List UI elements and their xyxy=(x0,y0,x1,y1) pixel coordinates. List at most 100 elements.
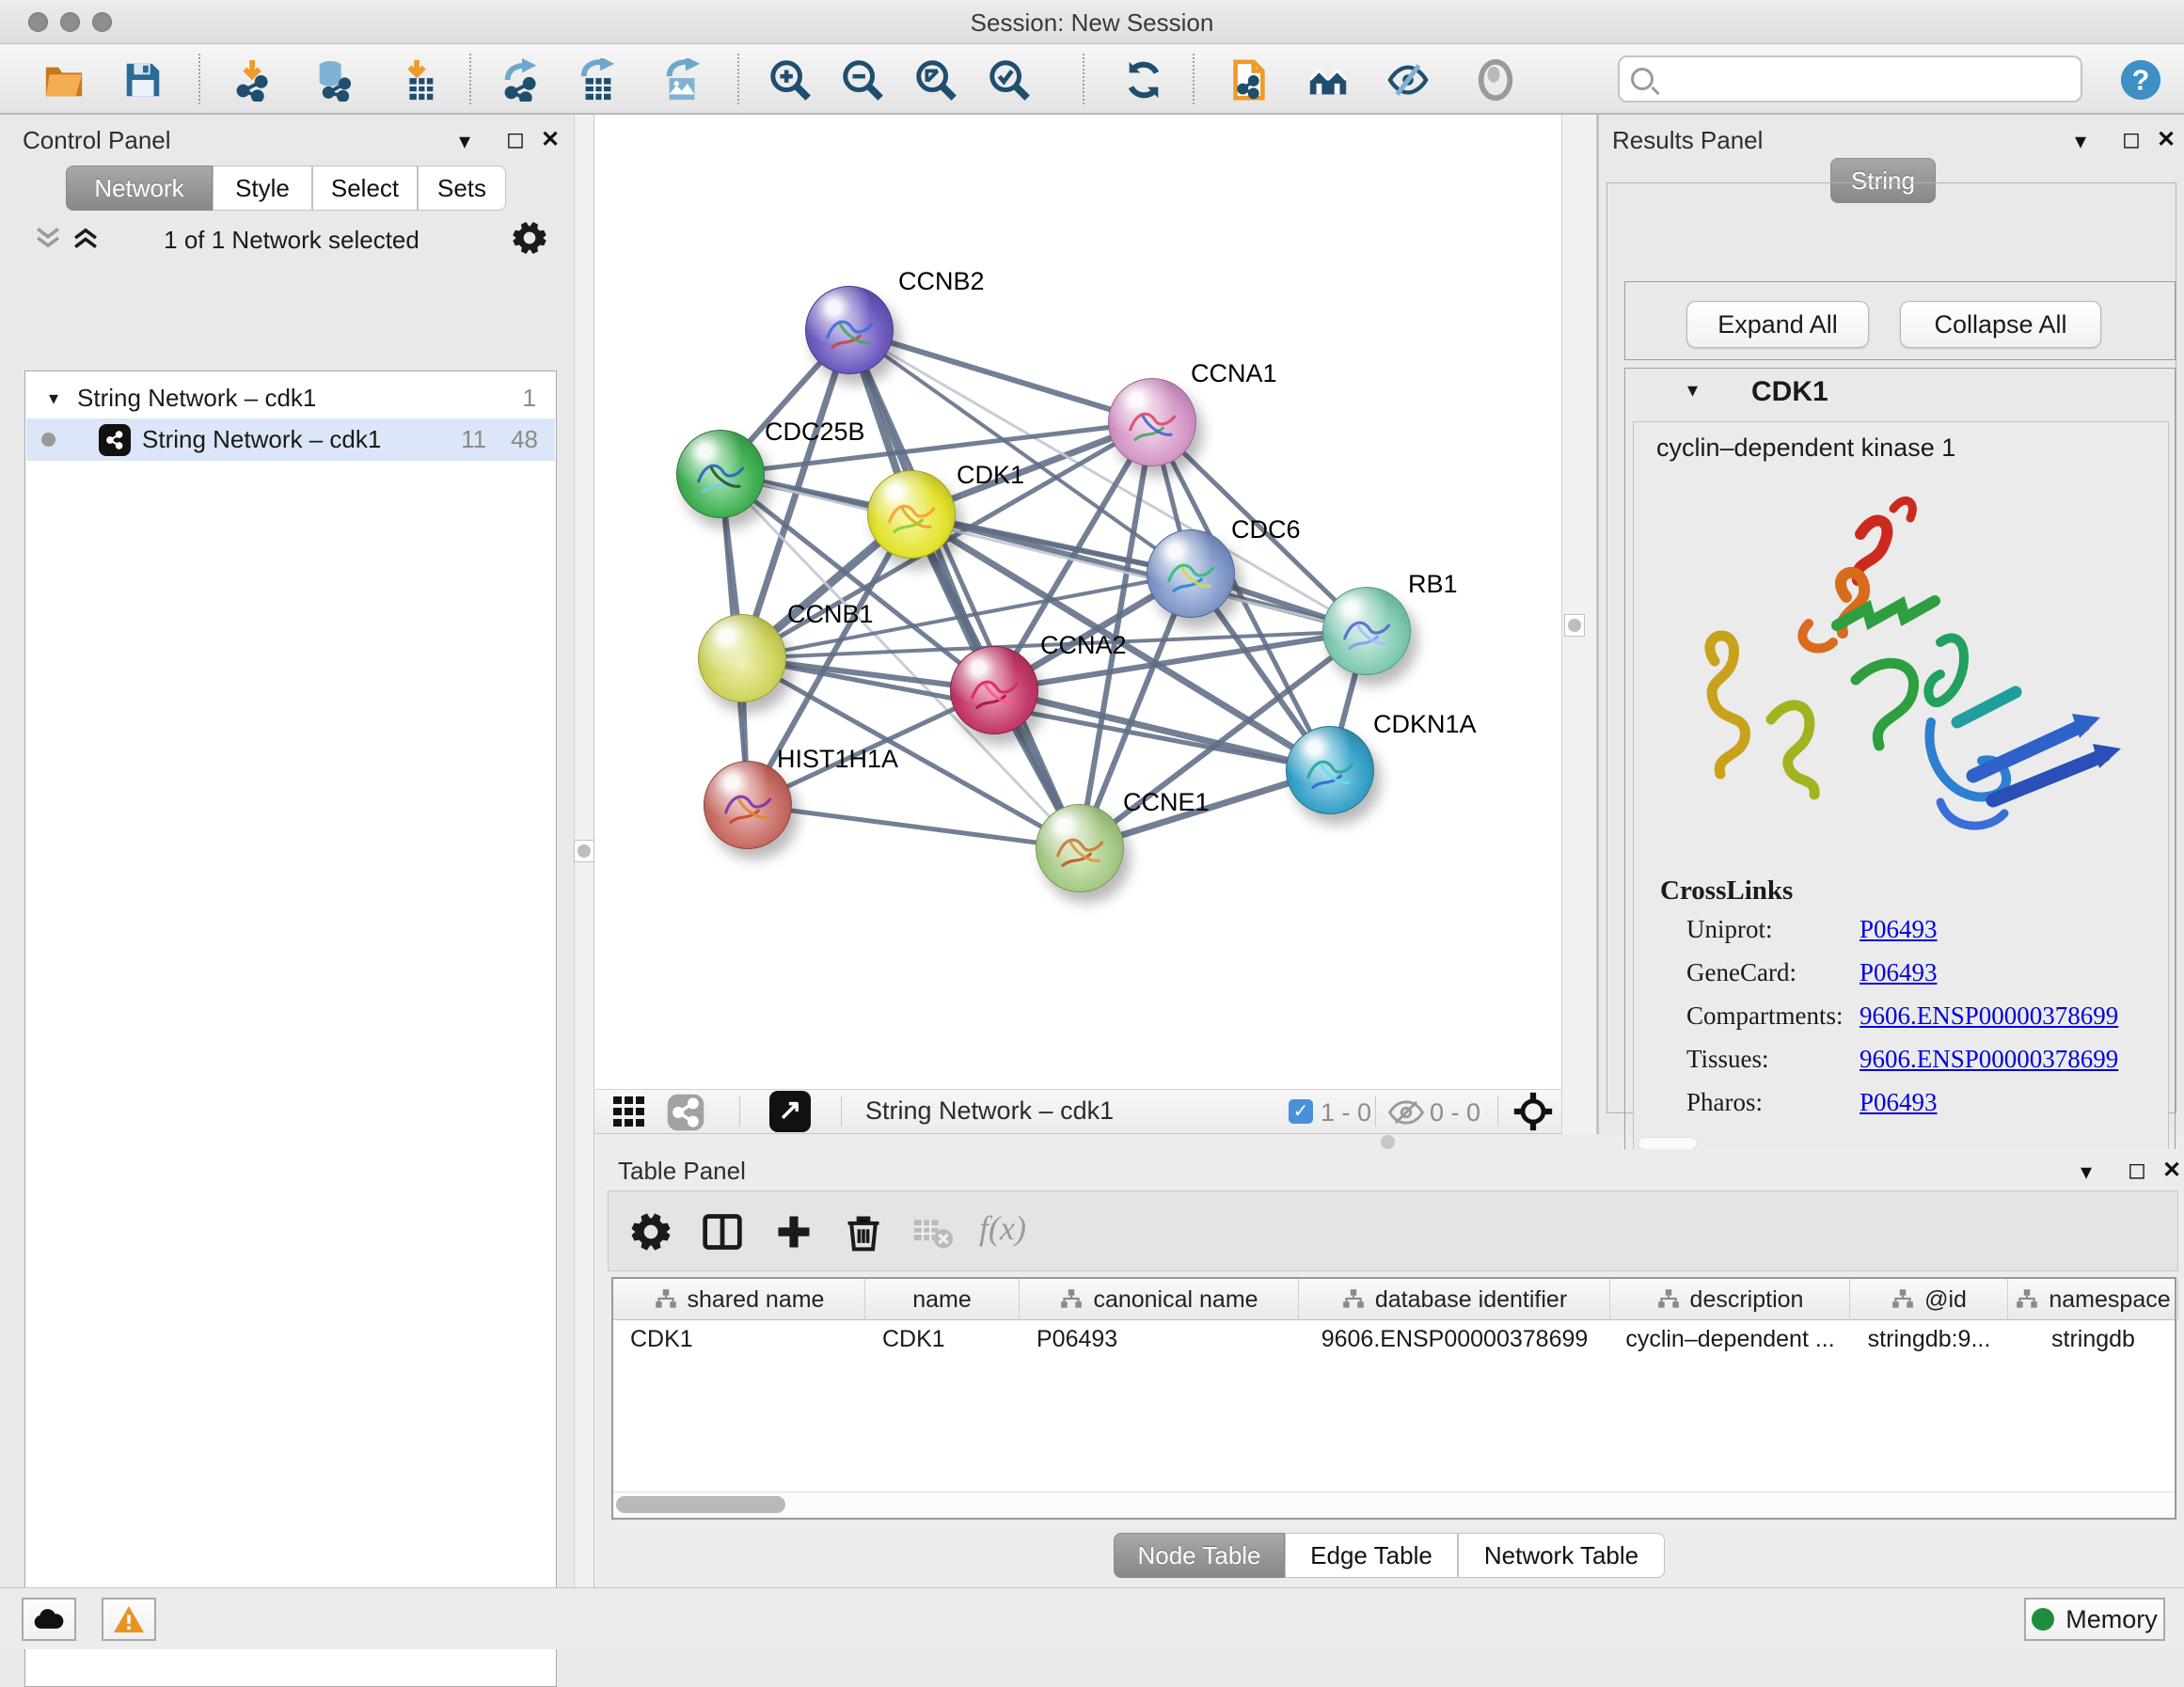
column-header-namespace[interactable]: namespace xyxy=(2008,1279,2178,1320)
collapse-all-button[interactable]: Collapse All xyxy=(1900,301,2101,348)
fit-selection-crosshair-icon[interactable] xyxy=(1512,1091,1554,1132)
table-cell[interactable]: stringdb:9... xyxy=(1850,1320,2008,1358)
tab-network-table[interactable]: Network Table xyxy=(1458,1533,1665,1578)
network-canvas[interactable]: CCNB2CCNA1CDC25BCDK1CDC6RB1CCNB1CCNA2CDK… xyxy=(594,115,1561,1089)
refresh-button[interactable] xyxy=(1117,55,1170,104)
column-header-description[interactable]: description xyxy=(1610,1279,1850,1320)
expand-all-button[interactable]: Expand All xyxy=(1686,301,1869,348)
results-panel-menu-icon[interactable]: ▾ xyxy=(2075,128,2086,155)
selected-checkbox-icon[interactable]: ✓ xyxy=(1289,1099,1313,1124)
table-panel-close-icon[interactable]: ✕ xyxy=(2162,1157,2181,1184)
right-panel-splitter[interactable] xyxy=(1561,115,1597,1134)
protein-structure-thumbnail xyxy=(687,444,756,506)
network-node-ccnb1[interactable] xyxy=(698,614,786,702)
show-columns-button[interactable] xyxy=(699,1208,746,1255)
network-node-ccnb2[interactable] xyxy=(805,286,894,374)
crosslink-link[interactable]: 9606.ENSP00000378699 xyxy=(1860,1001,2118,1031)
crosslink-link[interactable]: P06493 xyxy=(1860,1088,1938,1117)
home-networks-button[interactable] xyxy=(1302,55,1354,104)
scrollbar-thumb[interactable] xyxy=(616,1496,785,1513)
zoom-selected-button[interactable] xyxy=(983,55,1036,104)
tab-node-table[interactable]: Node Table xyxy=(1114,1533,1285,1578)
import-table-button[interactable] xyxy=(392,55,445,104)
table-cell[interactable]: 9606.ENSP00000378699 xyxy=(1299,1320,1610,1358)
table-horizontal-scrollbar[interactable] xyxy=(613,1491,2175,1518)
column-header-@id[interactable]: @id xyxy=(1850,1279,2008,1320)
control-panel-float-icon[interactable]: ◻ xyxy=(506,126,525,153)
results-scrollbar-thumb[interactable] xyxy=(1638,1137,1698,1150)
network-node-cdc25b[interactable] xyxy=(676,430,765,518)
gear-icon[interactable] xyxy=(512,220,547,256)
help-button[interactable]: ? xyxy=(2114,55,2167,104)
network-edge[interactable] xyxy=(748,805,1080,848)
collapse-all-icon[interactable] xyxy=(32,224,64,252)
column-header-name[interactable]: name xyxy=(865,1279,1020,1320)
cloud-status-button[interactable] xyxy=(22,1598,76,1641)
search-input[interactable] xyxy=(1663,66,2071,92)
results-panel-float-icon[interactable]: ◻ xyxy=(2122,126,2141,153)
network-node-ccne1[interactable] xyxy=(1036,804,1124,892)
zoom-in-button[interactable] xyxy=(764,55,816,104)
export-table-button[interactable] xyxy=(572,55,625,104)
add-column-button[interactable] xyxy=(770,1208,817,1255)
right-splitter-handle[interactable] xyxy=(1564,614,1585,637)
network-node-cdk1[interactable] xyxy=(867,470,956,559)
column-header-database-identifier[interactable]: database identifier xyxy=(1299,1279,1610,1320)
crosslink-link[interactable]: 9606.ENSP00000378699 xyxy=(1860,1045,2118,1074)
zoom-out-button[interactable] xyxy=(836,55,889,104)
hide-show-button[interactable] xyxy=(1382,55,1434,104)
open-session-button[interactable] xyxy=(38,55,90,104)
export-network-button[interactable] xyxy=(496,55,548,104)
tab-network[interactable]: Network xyxy=(66,166,213,211)
network-node-hist1h1a[interactable] xyxy=(704,761,792,849)
delete-column-button[interactable] xyxy=(840,1208,887,1255)
save-session-button[interactable] xyxy=(117,55,169,104)
inactive-view-button[interactable] xyxy=(1469,55,1522,104)
import-network-button[interactable] xyxy=(228,55,280,104)
tab-sets[interactable]: Sets xyxy=(418,166,506,211)
network-node-ccna2[interactable] xyxy=(950,646,1038,734)
network-row-selected[interactable]: String Network – cdk1 11 48 xyxy=(26,418,555,461)
network-node-cdc6[interactable] xyxy=(1147,529,1235,618)
show-grid-icon[interactable] xyxy=(613,1096,645,1127)
table-panel-float-icon[interactable]: ◻ xyxy=(2128,1157,2146,1184)
warning-status-button[interactable] xyxy=(102,1598,156,1641)
section-collapse-triangle-icon[interactable]: ▾ xyxy=(1687,378,1698,402)
network-node-cdkn1a[interactable] xyxy=(1286,726,1374,814)
tab-select[interactable]: Select xyxy=(312,166,418,211)
table-cell[interactable]: P06493 xyxy=(1020,1320,1299,1358)
table-cell[interactable]: CDK1 xyxy=(613,1320,865,1358)
table-panel-menu-icon[interactable]: ▾ xyxy=(2081,1159,2092,1186)
table-settings-button[interactable] xyxy=(627,1208,674,1255)
left-panel-splitter[interactable] xyxy=(574,115,594,1587)
network-node-ccna1[interactable] xyxy=(1108,378,1196,466)
tab-edge-table[interactable]: Edge Table xyxy=(1285,1533,1458,1578)
crosslink-link[interactable]: P06493 xyxy=(1860,915,1938,944)
zoom-fit-icon xyxy=(914,58,957,102)
control-panel-close-icon[interactable]: ✕ xyxy=(541,126,560,153)
table-row[interactable]: CDK1CDK1P064939606.ENSP00000378699cyclin… xyxy=(613,1320,2175,1358)
results-panel-close-icon[interactable]: ✕ xyxy=(2157,126,2176,153)
collapse-triangle-icon[interactable]: ▾ xyxy=(49,386,58,410)
left-splitter-handle[interactable] xyxy=(574,840,594,862)
table-cell[interactable]: cyclin–dependent ... xyxy=(1610,1320,1850,1358)
share-network-file-button[interactable] xyxy=(1222,55,1274,104)
birdseye-view-icon[interactable]: ↗ xyxy=(769,1091,811,1132)
import-network-from-database-button[interactable] xyxy=(308,55,360,104)
network-collection-row[interactable]: ▾ String Network – cdk1 1 xyxy=(26,377,555,419)
column-header-canonical-name[interactable]: canonical name xyxy=(1020,1279,1299,1320)
tab-style[interactable]: Style xyxy=(213,166,312,211)
memory-status-button[interactable]: Memory xyxy=(2024,1598,2165,1641)
horizontal-splitter-handle[interactable] xyxy=(1381,1135,1395,1149)
table-cell[interactable]: stringdb xyxy=(2008,1320,2178,1358)
crosslink-link[interactable]: P06493 xyxy=(1860,958,1938,987)
control-panel-menu-icon[interactable]: ▾ xyxy=(459,128,470,155)
share-view-icon[interactable] xyxy=(666,1093,705,1132)
network-edge[interactable] xyxy=(849,330,1152,422)
table-cell[interactable]: CDK1 xyxy=(865,1320,1020,1358)
column-header-shared-name[interactable]: shared name xyxy=(613,1279,865,1320)
zoom-fit-button[interactable] xyxy=(910,55,962,104)
expand-all-icon[interactable] xyxy=(70,224,102,252)
export-image-button[interactable] xyxy=(656,55,708,104)
network-node-rb1[interactable] xyxy=(1322,587,1411,675)
